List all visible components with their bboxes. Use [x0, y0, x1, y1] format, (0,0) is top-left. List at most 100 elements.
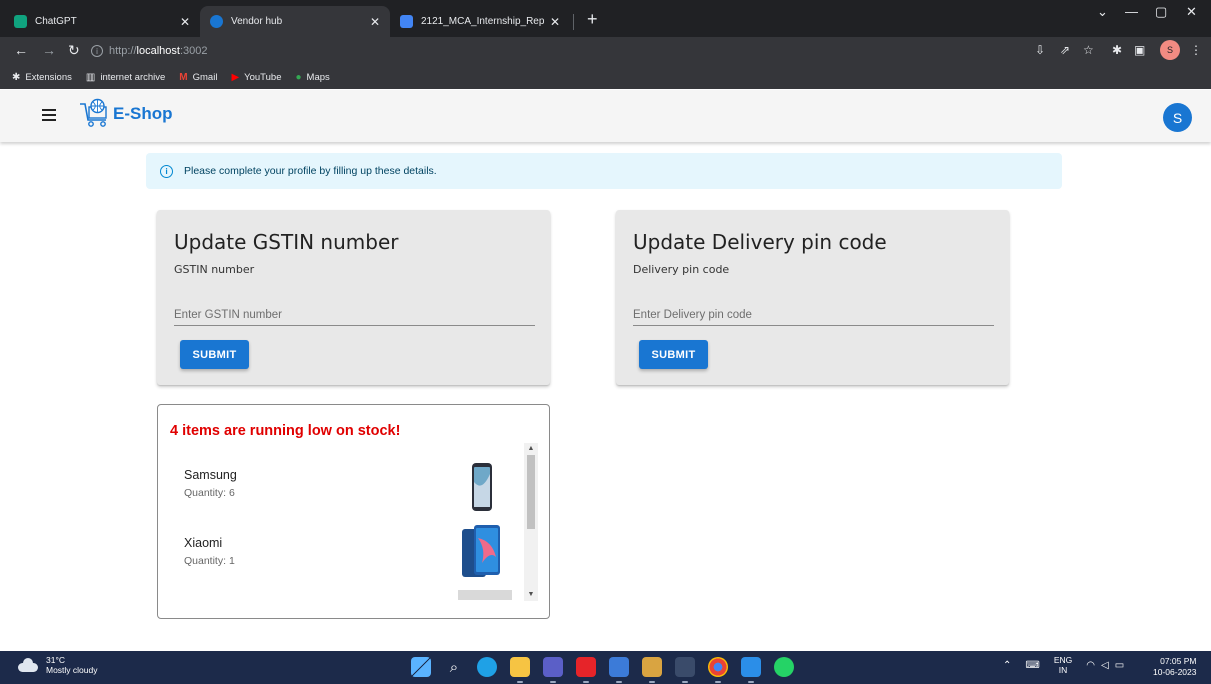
item-name: Samsung [184, 468, 237, 482]
gstin-card-title: Update GSTIN number [174, 230, 399, 254]
gstin-input[interactable] [174, 304, 535, 326]
pin-code-card-subtitle: Delivery pin code [633, 263, 730, 276]
paint-icon[interactable] [642, 657, 662, 683]
tab-internship-report[interactable]: 2121_MCA_Internship_Report - G ✕ [390, 6, 570, 37]
user-avatar[interactable]: S [1163, 103, 1192, 132]
vscode-icon[interactable] [741, 657, 761, 683]
xiaomi-phone-image [462, 525, 500, 577]
list-scrollbar[interactable]: ▲ ▼ [524, 443, 538, 601]
chrome-icon[interactable] [708, 657, 728, 683]
tab-chatgpt[interactable]: ChatGPT ✕ [4, 6, 200, 37]
scroll-up-icon[interactable]: ▲ [524, 443, 538, 455]
brand-name[interactable]: E-Shop [113, 104, 173, 124]
youtube-app-icon[interactable] [576, 657, 596, 683]
gstin-submit-button[interactable]: SUBMIT [180, 340, 249, 369]
puzzle-icon: ✱ [12, 71, 21, 83]
pin-code-submit-button[interactable]: SUBMIT [639, 340, 708, 369]
browser-toolbar: ← → ↻ i http://localhost:3002 ⇩ ⇗ ☆ ✱ ▣ … [0, 37, 1211, 65]
wifi-icon[interactable]: ◠ [1086, 660, 1095, 671]
address-bar[interactable]: i http://localhost:3002 [91, 40, 1021, 62]
file-explorer-icon[interactable] [510, 657, 530, 683]
item-name: Xiaomi [184, 536, 223, 550]
scroll-down-icon[interactable]: ▼ [524, 589, 538, 601]
language-indicator[interactable]: ENG IN [1054, 655, 1072, 675]
bookmark-internet-archive[interactable]: ▥ internet archive [86, 72, 165, 83]
search-icon[interactable]: ⌕ [444, 657, 464, 677]
tab-title: ChatGPT [35, 16, 77, 27]
profile-info-alert: i Please complete your profile by fillin… [146, 153, 1062, 189]
maximize-icon[interactable]: ▢ [1155, 4, 1167, 20]
teams-icon[interactable] [543, 657, 563, 683]
alert-message: Please complete your profile by filling … [184, 165, 437, 177]
whatsapp-icon[interactable] [774, 657, 794, 677]
volume-icon[interactable]: ◁ [1101, 660, 1109, 671]
bookmark-maps[interactable]: ● Maps [295, 72, 329, 83]
system-tray: ⌃ ⌨ ENG IN ◠ ◁ ▭ [1003, 655, 1138, 675]
close-window-icon[interactable]: ✕ [1186, 4, 1197, 20]
tab-title: 2121_MCA_Internship_Report - G [421, 16, 544, 27]
share-icon[interactable]: ⇗ [1060, 43, 1070, 57]
intellij-icon[interactable] [609, 657, 629, 683]
pin-code-card: Update Delivery pin code Delivery pin co… [616, 210, 1009, 385]
bookmark-label: YouTube [244, 71, 282, 83]
url-suffix: :3002 [179, 45, 208, 57]
clock-date: 10-06-2023 [1153, 667, 1197, 677]
youtube-icon: ▶ [231, 71, 240, 83]
app-bar: E-Shop S [0, 90, 1211, 142]
gstin-card: Update GSTIN number GSTIN number SUBMIT [157, 210, 550, 385]
tab-search-icon[interactable]: ⌄ [1097, 4, 1108, 20]
keyboard-icon[interactable]: ⌨ [1025, 660, 1039, 671]
tab-title: Vendor hub [231, 16, 283, 27]
back-icon[interactable]: ← [14, 42, 28, 58]
low-stock-panel: 4 items are running low on stock! Samsun… [157, 404, 550, 619]
side-panel-icon[interactable]: ▣ [1134, 43, 1145, 57]
reload-icon[interactable]: ↻ [68, 42, 80, 58]
list-item[interactable]: Samsung Quantity: 6 [170, 457, 515, 525]
list-item[interactable] [170, 590, 515, 600]
menu-icon[interactable] [42, 109, 56, 121]
info-icon: i [160, 164, 173, 178]
close-icon[interactable]: ✕ [370, 15, 380, 29]
install-icon[interactable]: ⇩ [1035, 43, 1045, 57]
cloud-icon [16, 658, 40, 672]
url-prefix: http:// [109, 45, 137, 57]
eshop-logo-icon [80, 98, 107, 127]
extensions-icon[interactable]: ✱ [1112, 43, 1122, 57]
tab-vendor-hub[interactable]: Vendor hub ✕ [200, 6, 390, 37]
new-tab-button[interactable]: + [587, 10, 598, 28]
close-icon[interactable]: ✕ [180, 15, 190, 29]
scrollbar-thumb[interactable] [527, 455, 535, 529]
windows-taskbar: 31°C Mostly cloudy ⌕ ⌃ ⌨ ENG IN ◠ ◁ ▭ 07… [0, 651, 1211, 684]
samsung-phone-image [472, 463, 492, 511]
language-code: ENG [1053, 655, 1073, 665]
site-info-icon[interactable]: i [91, 45, 103, 57]
url-host: localhost [136, 45, 180, 57]
bookmark-extensions[interactable]: ✱ Extensions [12, 72, 72, 83]
bookmark-youtube[interactable]: ▶ YouTube [231, 72, 281, 83]
forward-icon[interactable]: → [42, 42, 56, 58]
battery-icon[interactable]: ▭ [1115, 660, 1124, 671]
browser-tab-strip: ChatGPT ✕ Vendor hub ✕ 2121_MCA_Internsh… [0, 0, 1211, 37]
tab-divider [573, 14, 574, 30]
windows-start-icon[interactable] [411, 657, 431, 677]
bookmark-star-icon[interactable]: ☆ [1083, 43, 1094, 57]
list-item[interactable]: Xiaomi Quantity: 1 [170, 525, 515, 593]
low-stock-list[interactable]: Samsung Quantity: 6 Xiaomi Quantity: 1 [170, 445, 538, 600]
chevron-up-icon[interactable]: ⌃ [1003, 660, 1011, 671]
close-icon[interactable]: ✕ [550, 15, 560, 29]
terminal-icon[interactable] [675, 657, 695, 683]
pin-code-card-title: Update Delivery pin code [633, 230, 887, 254]
weather-widget[interactable]: 31°C Mostly cloudy [16, 655, 98, 675]
low-stock-heading: 4 items are running low on stock! [170, 423, 401, 439]
taskbar-apps: ⌕ [411, 657, 794, 683]
bookmark-gmail[interactable]: M Gmail [179, 72, 217, 83]
phone-image [458, 590, 512, 600]
region-code: IN [1058, 665, 1068, 675]
edge-icon[interactable] [477, 657, 497, 677]
menu-kebab-icon[interactable]: ⋮ [1190, 43, 1202, 57]
system-clock[interactable]: 07:05 PM 10-06-2023 [1153, 656, 1196, 678]
pin-code-input[interactable] [633, 304, 994, 326]
temperature: 31°C [46, 655, 65, 665]
browser-profile-avatar[interactable]: S [1160, 40, 1180, 60]
minimize-icon[interactable]: — [1125, 4, 1138, 19]
